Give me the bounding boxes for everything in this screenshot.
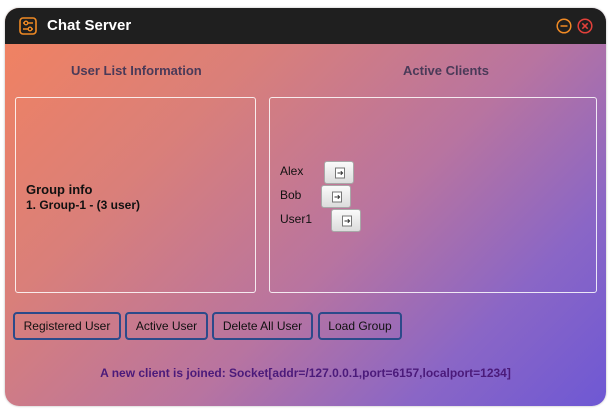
- active-clients-panel: Alex Bob User1: [269, 97, 597, 293]
- delete-all-user-button[interactable]: Delete All User: [212, 312, 313, 340]
- user-list-panel: Group info 1. Group-1 - (3 user): [15, 97, 256, 293]
- window-title: Chat Server: [47, 17, 132, 34]
- load-group-button[interactable]: Load Group: [318, 312, 402, 340]
- client-row-user1: User1: [280, 209, 380, 233]
- minimize-icon[interactable]: [556, 18, 572, 34]
- client-name: Alex: [280, 164, 304, 178]
- client-row-bob: Bob: [280, 185, 380, 209]
- chat-server-window: Chat Server User List Information Active…: [5, 8, 606, 406]
- active-user-button[interactable]: Active User: [125, 312, 208, 340]
- status-message: A new client is joined: Socket[addr=/127…: [100, 366, 511, 380]
- group-info-line: 1. Group-1 - (3 user): [26, 198, 141, 212]
- client-name: User1: [280, 212, 313, 226]
- login-arrow-icon: [342, 215, 352, 227]
- sliders-icon: [19, 17, 37, 35]
- group-info-title: Group info: [26, 182, 93, 197]
- client-row-alex: Alex: [280, 161, 380, 185]
- client-name: Bob: [280, 188, 302, 202]
- client-login-button[interactable]: [331, 209, 361, 232]
- user-list-heading: User List Information: [71, 63, 202, 78]
- login-arrow-icon: [335, 167, 345, 179]
- client-login-button[interactable]: [324, 161, 354, 184]
- title-bar[interactable]: Chat Server: [5, 8, 606, 44]
- registered-user-button[interactable]: Registered User: [13, 312, 121, 340]
- client-login-button[interactable]: [321, 185, 351, 208]
- close-icon[interactable]: [577, 18, 593, 34]
- login-arrow-icon: [332, 191, 342, 203]
- active-clients-heading: Active Clients: [403, 63, 489, 78]
